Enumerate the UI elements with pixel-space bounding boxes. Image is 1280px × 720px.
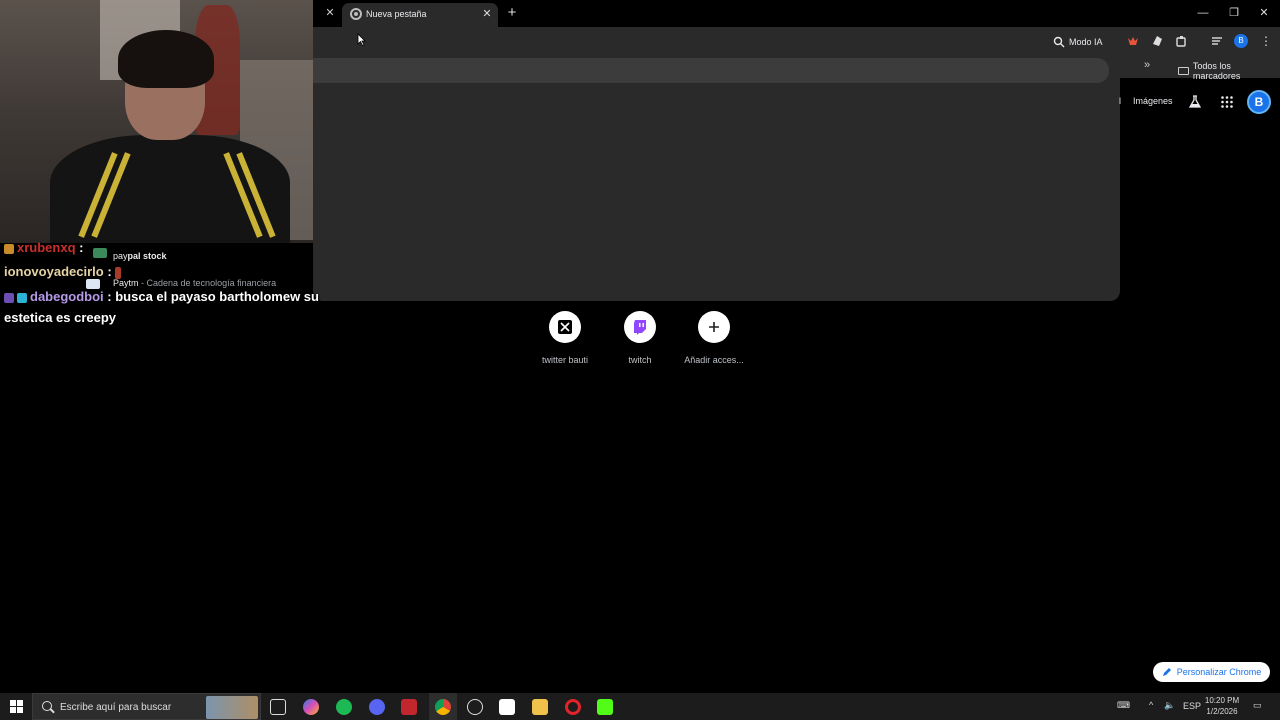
- search-highlight-image: [206, 696, 258, 719]
- shortcut-add[interactable]: Añadir acces...: [679, 311, 749, 365]
- all-bookmarks-button[interactable]: Todos los marcadores: [1178, 61, 1280, 81]
- search-icon: [42, 701, 52, 711]
- capcut-icon[interactable]: [499, 699, 515, 715]
- shortcut-label: twitch: [628, 355, 652, 365]
- chat-username: dabegodboi: [30, 289, 104, 304]
- spotify-icon[interactable]: [336, 699, 352, 715]
- chat-message: busca el payaso bartholomew su: [115, 289, 319, 304]
- clock-time: 10:20 PM: [1204, 696, 1240, 705]
- labs-flask-icon[interactable]: [1188, 95, 1202, 109]
- all-bookmarks-label: Todos los marcadores: [1192, 61, 1241, 81]
- extension-shield-icon[interactable]: [1150, 34, 1164, 48]
- language-indicator[interactable]: ESP: [1183, 701, 1201, 711]
- chat-username: xrubenxq: [17, 240, 76, 255]
- chat-message: estetica es creepy: [4, 310, 117, 325]
- images-link[interactable]: Imágenes: [1133, 96, 1173, 106]
- customize-label: Personalizar Chrome: [1176, 667, 1262, 677]
- profile-avatar-button[interactable]: B: [1234, 34, 1248, 48]
- close-window-button[interactable]: ✕: [1254, 4, 1274, 22]
- chat-badge-icon: [4, 292, 14, 303]
- bookmarks-overflow-button[interactable]: »: [1144, 59, 1150, 71]
- customize-chrome-button[interactable]: Personalizar Chrome: [1153, 662, 1270, 682]
- google-account-avatar[interactable]: B: [1247, 90, 1271, 114]
- chat-line: dabegodboi : busca el payaso bartholomew…: [4, 287, 319, 307]
- clock-date: 1/2/2026: [1206, 707, 1238, 716]
- taskbar-search-placeholder: Escribe aquí para buscar: [60, 702, 172, 713]
- pencil-icon: [1162, 668, 1171, 676]
- modo-ia-button[interactable]: Modo IA: [1053, 33, 1103, 50]
- webcam-overlay: [0, 0, 313, 243]
- x-logo-icon: [549, 311, 581, 343]
- plus-icon: [698, 311, 730, 343]
- system-clock[interactable]: 10:20 PM 1/2/2026: [1202, 695, 1242, 717]
- google-apps-icon[interactable]: [1220, 95, 1234, 109]
- chat-emote-icon: [115, 266, 122, 279]
- webcam-person-hair: [118, 30, 214, 88]
- chat-badge-icon: [17, 292, 27, 303]
- omnibox-dropdown: [313, 56, 1120, 301]
- chrome-favicon-icon: [350, 8, 362, 20]
- task-view-icon[interactable]: [270, 699, 286, 715]
- chrome-menu-icon[interactable]: ⋮: [1260, 33, 1272, 49]
- notifications-icon[interactable]: ▭: [1253, 700, 1262, 711]
- shortcut-label: Añadir acces...: [684, 355, 744, 365]
- chat-line: xrubenxq :: [4, 238, 83, 258]
- tab-title: Nueva pestaña: [366, 9, 427, 19]
- streaming-app-icon[interactable]: [401, 699, 417, 715]
- shortcut-label: twitter bauti: [541, 355, 589, 365]
- screen: ✕ Nueva pestaña ✕ + — ❐ ✕ Modo IA B ⋮ »: [0, 0, 1280, 720]
- minimize-button[interactable]: —: [1193, 4, 1213, 22]
- suggestion-paypal-stock[interactable]: paypal stock: [113, 251, 167, 261]
- omnibox-input[interactable]: [313, 58, 1109, 83]
- volume-icon[interactable]: 🔈: [1164, 700, 1175, 711]
- chat-username: ionovoyadecirlo: [4, 264, 104, 279]
- show-hidden-icons-chevron-icon[interactable]: ^: [1149, 700, 1153, 710]
- keyboard-icon[interactable]: ⌨: [1117, 700, 1130, 711]
- new-tab-button[interactable]: +: [504, 5, 520, 21]
- shortcuts-row: twitter bauti twitch Añadir acces...: [0, 311, 1280, 371]
- tab-new-tab[interactable]: Nueva pestaña ✕: [342, 3, 498, 27]
- folder-icon: [1178, 67, 1189, 75]
- modo-ia-label: Modo IA: [1069, 36, 1103, 47]
- chat-line: ionovoyadecirlo :: [4, 262, 124, 282]
- shortcut-twitter-bauti[interactable]: twitter bauti: [530, 311, 600, 365]
- taskbar-search-box[interactable]: Escribe aquí para buscar: [32, 693, 261, 720]
- extensions-puzzle-icon[interactable]: [1174, 34, 1188, 48]
- restore-button[interactable]: ❐: [1224, 4, 1244, 22]
- opera-icon[interactable]: [565, 699, 581, 715]
- chrome-icon[interactable]: [435, 699, 451, 715]
- suggestion-bold: pal stock: [127, 251, 167, 261]
- discord-icon[interactable]: [369, 699, 385, 715]
- obs-icon[interactable]: [467, 699, 483, 715]
- ai-search-icon: [1053, 36, 1065, 47]
- previous-tab-close-icon[interactable]: ✕: [323, 6, 337, 20]
- tab-close-icon[interactable]: ✕: [480, 7, 494, 21]
- shortcut-twitch[interactable]: twitch: [605, 311, 675, 365]
- twitch-logo-icon: [624, 311, 656, 343]
- reading-list-icon[interactable]: [1210, 34, 1224, 48]
- suggestion-prefix: pay: [113, 251, 128, 261]
- copilot-icon[interactable]: [303, 699, 319, 715]
- emote-icon: [93, 248, 107, 258]
- chat-badge-icon: [4, 243, 14, 254]
- windows-taskbar: Escribe aquí para buscar: [0, 693, 1280, 720]
- windows-start-icon[interactable]: [10, 700, 23, 713]
- file-explorer-icon[interactable]: [532, 699, 548, 715]
- gmail-link[interactable]: l: [1119, 96, 1121, 106]
- chat-line: estetica es creepy: [4, 308, 116, 328]
- extension-fox-icon[interactable]: [1126, 34, 1140, 48]
- kick-icon[interactable]: [597, 699, 613, 715]
